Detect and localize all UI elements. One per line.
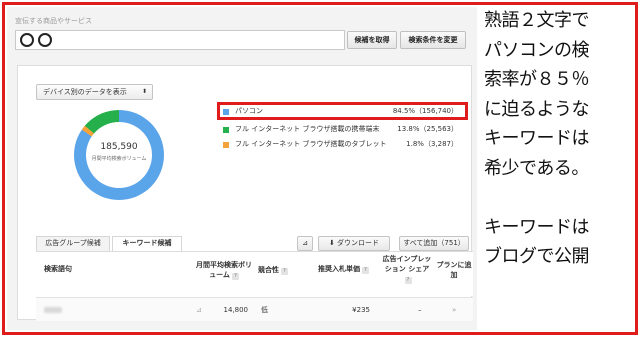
legend-swatch-tablet [223,142,229,148]
legend-label: フル インターネット ブラウザ搭載の携帯端末 [235,125,380,133]
chart-toggle-button[interactable]: ⊿ [297,236,313,251]
product-input[interactable] [15,30,345,50]
help-icon[interactable]: ? [281,268,288,275]
col-add-to-plan: プランに追加 [436,261,472,279]
add-all-button[interactable]: すべて追加（751） [399,236,469,251]
col-volume[interactable]: 月間平均検索ボリューム? [194,260,254,280]
caption-line: に迫るような [484,98,590,120]
caption-line: パソコンの検 [484,39,590,61]
donut-center: 185,590 月間平均検索ボリューム [86,122,152,188]
add-to-plan-button[interactable]: » [452,305,456,315]
results-panel: デバイス別のデータを表示 ⬍ 185,590 月間平均検索ボリューム パソコン … [17,65,473,321]
volume-value: 14,800 [223,306,249,314]
table-header: 検索語句 月間平均検索ボリューム? 競合性? 推奨入札単価? 広告インプレッショ… [36,251,473,296]
legend-label: フル インターネット ブラウザ搭載のタブレット [235,140,387,148]
caption-line: キーワードは [484,128,590,149]
col-impression-share[interactable]: 広告インプレッション シェア? [381,254,433,284]
download-button[interactable]: ⬇ ダウンロード [318,236,390,251]
chart-icon: ⊿ [302,239,308,247]
legend-value: 13.8%（25,563） [397,125,458,133]
donut-total-value: 185,590 [100,142,138,152]
trend-icon[interactable]: ⊿ [196,305,202,315]
legend-value: 1.8%（3,287） [406,140,458,148]
device-data-select[interactable]: デバイス別のデータを表示 ⬍ [36,84,153,100]
legend-item-mobile: フル インターネット ブラウザ搭載の携帯端末 13.8%（25,563） [223,124,458,135]
tab-ad-group-ideas[interactable]: 広告グループ候補 [36,236,110,251]
caption-line: ブログで公開 [484,246,590,267]
table-row: ⊿ 14,800 低 ¥235 – » [36,297,473,321]
col-competition[interactable]: 競合性? [258,265,288,275]
caption-line: 熟語２文字で [484,10,590,31]
share-value: – [418,306,422,314]
keyword-planner-screenshot: 宣伝する商品やサービス 候補を取得 検索条件を変更 デバイス別のデータを表示 ⬍… [7,7,477,330]
caption-gap [484,183,634,213]
caption-line: 索率が８５％ [484,69,590,90]
blurred-keyword [44,307,62,313]
caption-line: キーワードは [484,216,590,238]
help-icon[interactable]: ? [362,267,369,274]
bid-value: ¥235 [352,306,370,314]
donut-total-caption: 月間平均検索ボリューム [91,156,147,162]
get-ideas-button[interactable]: 候補を取得 [347,31,397,49]
product-label: 宣伝する商品やサービス [15,17,92,25]
legend-item-tablet: フル インターネット ブラウザ搭載のタブレット 1.8%（3,287） [223,139,458,150]
help-icon[interactable]: ? [404,277,412,284]
circle-icon [20,33,34,47]
device-donut-chart: 185,590 月間平均検索ボリューム [74,110,164,200]
commentary-text: 熟語２文字で パソコンの検 索率が８５％ に迫るような キーワードは 希少である… [484,6,634,272]
col-suggested-bid[interactable]: 推奨入札単価? [318,264,369,274]
legend-swatch-mobile [223,127,229,133]
circle-icon [38,33,52,47]
col-keyword[interactable]: 検索語句 [44,264,72,274]
modify-search-button[interactable]: 検索条件を変更 [400,31,466,49]
help-icon[interactable]: ? [231,273,239,280]
device-select-label: デバイス別のデータを表示 [43,88,127,96]
caption-line: 希少である。 [484,157,589,179]
desktop-highlight-box [217,102,468,120]
tab-keyword-ideas[interactable]: キーワード候補 [112,236,182,251]
select-arrow-icon: ⬍ [141,88,147,95]
competition-value: 低 [261,306,268,314]
